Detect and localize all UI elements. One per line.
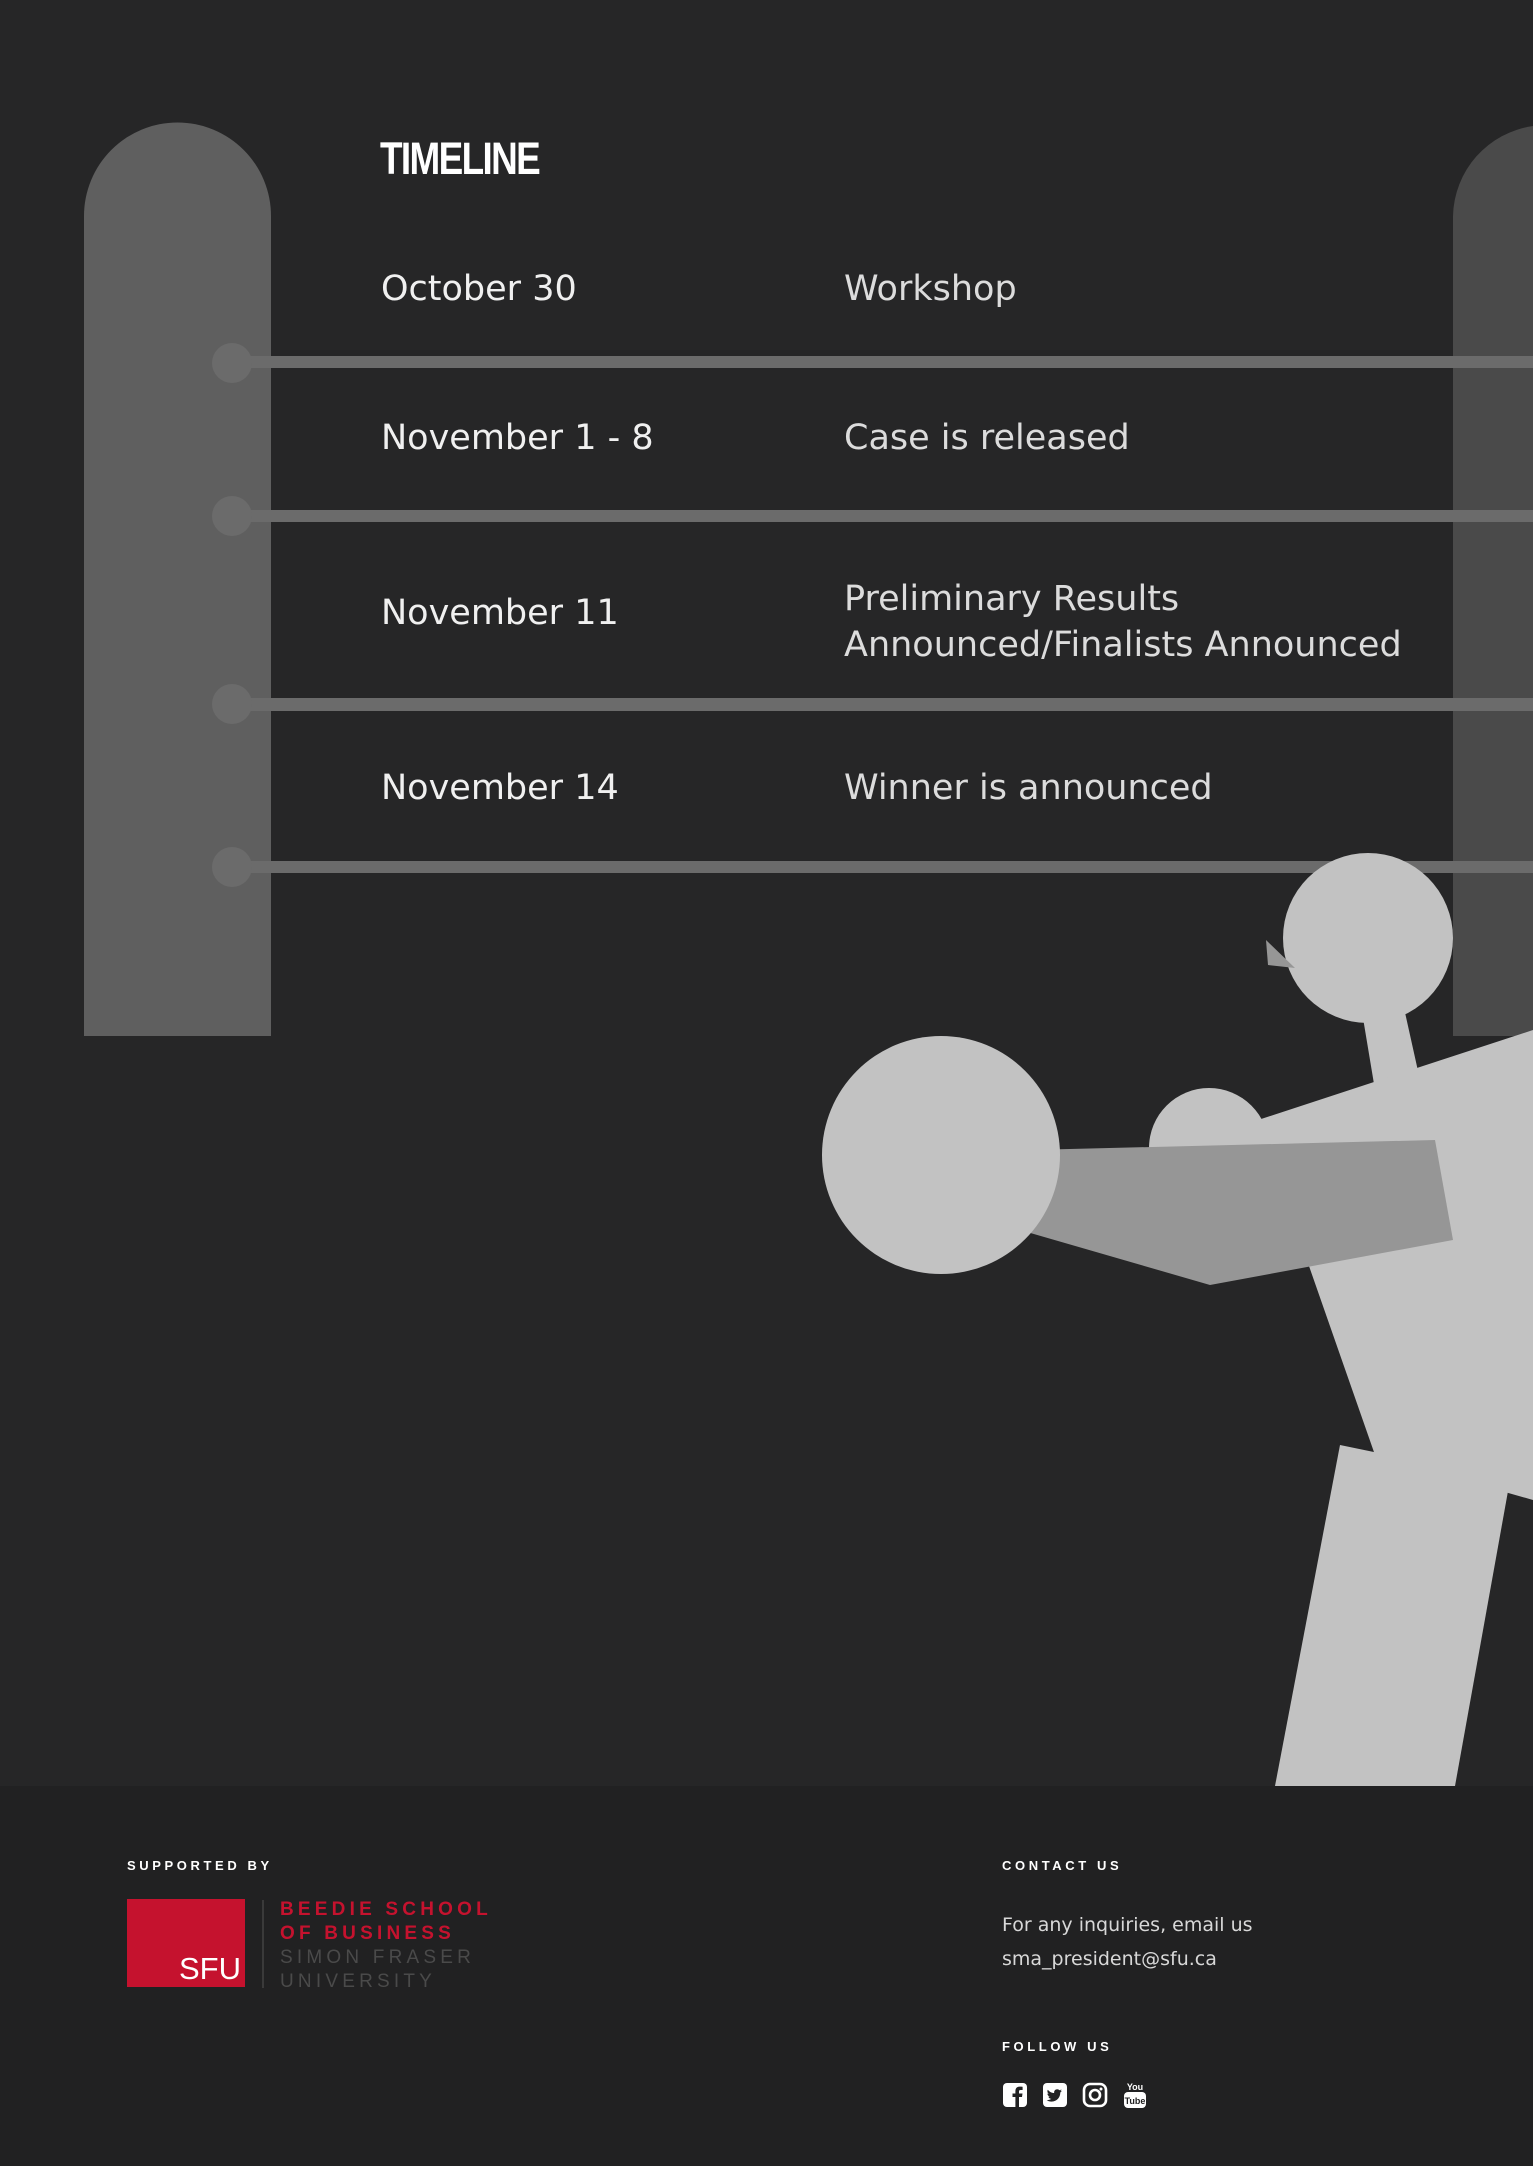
logo-line-3: SIMON FRASER (280, 1947, 476, 1968)
timeline-event: Winner is announced (844, 768, 1213, 808)
left-ring-post (84, 122, 271, 1036)
right-ring-post (1453, 126, 1533, 1036)
twitter-icon[interactable] (1042, 2082, 1068, 2108)
instagram-icon[interactable] (1082, 2082, 1108, 2108)
logo-divider (262, 1900, 264, 1988)
contact-line: For any inquiries, email us (1002, 1914, 1253, 1936)
sfu-logo-mark: SFU (127, 1899, 245, 1987)
footer: SUPPORTED BY SFU BEEDIE SCHOOL OF BUSINE… (0, 1786, 1533, 2166)
supported-by-label: SUPPORTED BY (127, 1858, 273, 1873)
timeline-date: November 1 - 8 (381, 418, 654, 458)
timeline-title: TIMELINE (380, 133, 541, 184)
contact-us-label: CONTACT US (1002, 1858, 1123, 1873)
hero-section: TIMELINE October 30 Workshop November 1 … (0, 0, 1533, 1786)
timeline-event: Workshop (844, 269, 1017, 309)
contact-email-link[interactable]: sma_president@sfu.ca (1002, 1948, 1217, 1970)
facebook-icon[interactable] (1002, 2082, 1028, 2108)
timeline-event-line1: Preliminary Results (844, 579, 1180, 619)
timeline-date: October 30 (381, 269, 577, 309)
youtube-icon[interactable]: You Tube (1122, 2082, 1148, 2108)
boxing-ring-illustration (84, 122, 1533, 1786)
boxer-figure (822, 853, 1533, 1786)
timeline-date: November 11 (381, 593, 619, 633)
logo-line-2: OF BUSINESS (280, 1923, 455, 1944)
svg-text:Tube: Tube (1125, 2096, 1146, 2106)
logo-line-4: UNIVERSITY (280, 1971, 437, 1992)
timeline-event-line2: Announced/Finalists Announced (844, 625, 1402, 665)
timeline-date: November 14 (381, 768, 619, 808)
timeline-event: Case is released (844, 418, 1130, 458)
sfu-logo-text: SFU (179, 1951, 241, 1986)
follow-us-label: FOLLOW US (1002, 2039, 1113, 2054)
svg-text:You: You (1127, 2082, 1143, 2092)
logo-line-1: BEEDIE SCHOOL (280, 1899, 492, 1920)
